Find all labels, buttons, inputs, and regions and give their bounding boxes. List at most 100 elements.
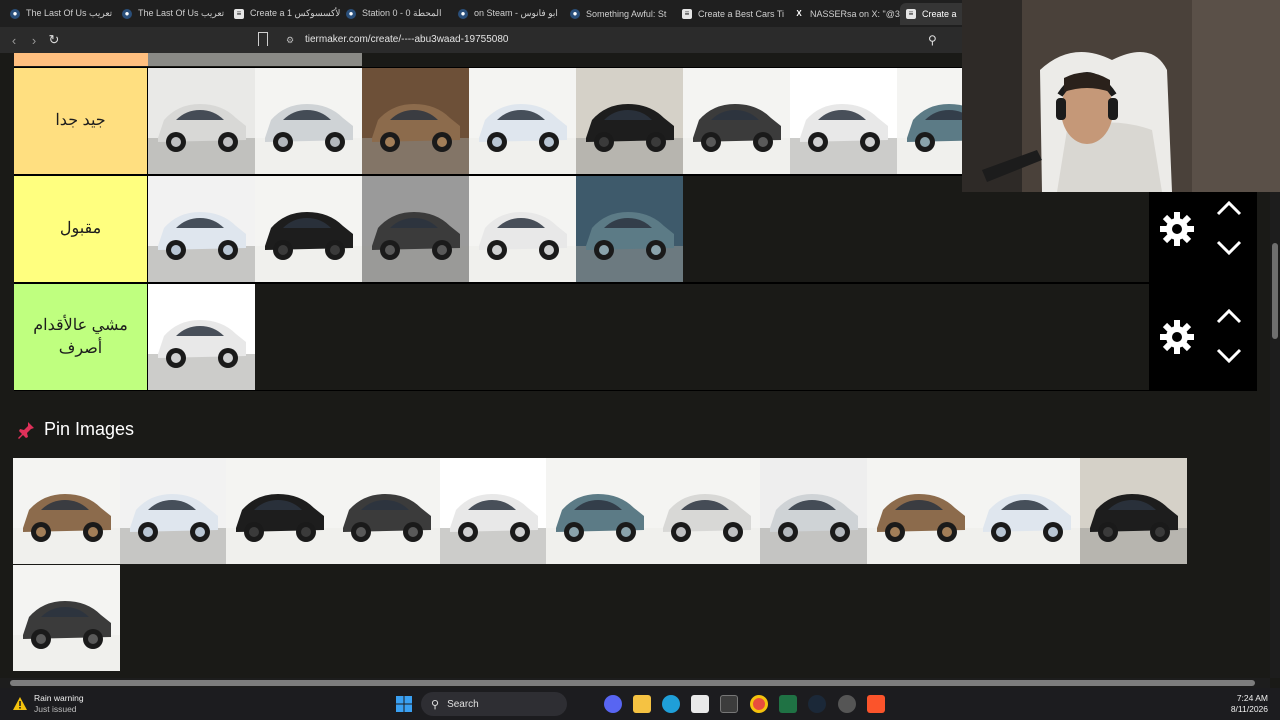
browser-tab[interactable]: ● The Last Of Us تعريب xyxy=(116,3,228,25)
chevron-up-icon[interactable] xyxy=(1215,307,1243,325)
pinned-car-image[interactable] xyxy=(653,458,760,565)
excel-icon[interactable] xyxy=(779,695,797,713)
clock-date: 8/11/2026 xyxy=(1230,704,1268,715)
bookmark-icon[interactable] xyxy=(258,32,268,46)
tiermaker-icon: ≡ xyxy=(906,8,916,19)
car-image[interactable] xyxy=(576,176,683,282)
steam-icon: ● xyxy=(10,8,20,19)
tier-controls xyxy=(1149,284,1257,390)
tier-label-text: مشي عالأقدام xyxy=(33,316,128,334)
app-icon[interactable] xyxy=(720,695,738,713)
windows-start-icon[interactable] xyxy=(396,696,412,712)
pinned-car-image[interactable] xyxy=(759,458,867,565)
browser-tab[interactable]: ● Station 0 - 0 المحطة xyxy=(340,3,452,25)
taskbar-search[interactable]: ⚲ Search xyxy=(421,692,567,716)
browser-tab[interactable]: ≡ Create a 1 الأكسسوكس xyxy=(228,3,340,25)
x-icon: X xyxy=(796,9,802,18)
url-field[interactable]: tiermaker.com/create/----abu3waad-197550… xyxy=(305,34,508,45)
tier-items xyxy=(148,284,255,390)
pinned-car-image[interactable] xyxy=(13,565,120,672)
browser-tab-label: Create a xyxy=(922,8,957,19)
browser-tab-label: NASSERsa on X: "@3 xyxy=(810,8,900,19)
zoom-icon[interactable]: ⚲ xyxy=(928,33,937,47)
search-icon: ⚲ xyxy=(431,698,440,711)
pinned-car-image[interactable] xyxy=(866,458,974,565)
pinned-car-image[interactable] xyxy=(226,458,334,565)
car-image[interactable] xyxy=(469,176,576,282)
gear-icon[interactable] xyxy=(1159,211,1195,247)
chevron-down-icon[interactable] xyxy=(1215,239,1243,257)
weather-subtitle: Just issued xyxy=(34,703,77,714)
steam-icon: ● xyxy=(458,8,468,19)
browser-tab-label: Create a Best Cars Ti xyxy=(698,8,785,19)
site-info-icon[interactable]: ⚙ xyxy=(286,35,296,45)
pinned-car-image[interactable] xyxy=(439,458,547,565)
browser-tab[interactable]: ● Something Awful: St xyxy=(564,3,676,25)
browser-tab[interactable]: ● The Last Of Us تعريب xyxy=(4,3,116,25)
steam-icon: ● xyxy=(122,8,132,19)
weather-title: Rain warning xyxy=(34,693,84,703)
browser-tab-label: Something Awful: St xyxy=(586,8,667,19)
discord-icon[interactable] xyxy=(604,695,622,713)
browser-tab[interactable]: ● on Steam - ابو فانوس xyxy=(452,3,564,25)
pinned-car-image[interactable] xyxy=(119,458,227,565)
horizontal-scroll-thumb[interactable] xyxy=(10,680,1255,686)
car-image[interactable] xyxy=(576,68,683,174)
horizontal-scrollbar[interactable] xyxy=(0,678,1270,688)
pinned-car-image[interactable] xyxy=(333,458,440,565)
tiermaker-icon: ≡ xyxy=(234,8,244,19)
car-image[interactable] xyxy=(148,284,255,390)
tier-row: مشي عالأقدام أصرف xyxy=(14,283,1257,391)
tiermaker-icon: ≡ xyxy=(682,8,692,19)
windows-taskbar: Rain warning Just issued ⚲ Search 7:24 A… xyxy=(0,688,1280,720)
car-image[interactable] xyxy=(362,176,469,282)
browser-tab-label: Station 0 - 0 المحطة xyxy=(362,8,442,18)
app2-icon[interactable] xyxy=(838,695,856,713)
pinned-car-image[interactable] xyxy=(1079,458,1187,565)
brave-icon[interactable] xyxy=(867,695,885,713)
forward-icon[interactable]: › xyxy=(24,30,44,50)
pinned-car-image[interactable] xyxy=(13,458,120,565)
reload-icon[interactable]: ↻ xyxy=(44,30,64,50)
car-image[interactable] xyxy=(255,176,362,282)
chevron-down-icon[interactable] xyxy=(1215,347,1243,365)
webcam-overlay xyxy=(962,0,1280,192)
car-image[interactable] xyxy=(362,68,469,174)
pin-images-grid xyxy=(13,458,1187,672)
store-icon[interactable] xyxy=(691,695,709,713)
pushpin-icon xyxy=(18,421,34,439)
weather-widget[interactable]: Rain warning Just issued xyxy=(12,693,84,714)
car-image[interactable] xyxy=(148,176,255,282)
car-image[interactable] xyxy=(148,68,255,174)
gear-icon[interactable] xyxy=(1159,319,1195,355)
browser-tab[interactable]: ≡ Create a Best Cars Ti xyxy=(676,3,788,25)
steam-taskbar-icon[interactable] xyxy=(808,695,826,713)
chevron-up-icon[interactable] xyxy=(1215,199,1243,217)
vertical-scroll-thumb[interactable] xyxy=(1272,243,1278,339)
pin-images-header: Pin Images xyxy=(16,419,134,440)
browser-tab[interactable]: X NASSERsa on X: "@3 xyxy=(788,3,900,25)
pin-images-title: Pin Images xyxy=(44,419,135,439)
pinned-car-image[interactable] xyxy=(973,458,1080,565)
steam-icon: ● xyxy=(570,8,580,19)
back-icon[interactable]: ‹ xyxy=(4,30,24,50)
tier-label[interactable]: مقبول xyxy=(14,176,148,282)
tier-items xyxy=(148,68,1004,174)
address-bar: ‹ › ↻ ⚙ tiermaker.com/create/----abu3waa… xyxy=(0,27,970,53)
car-image[interactable] xyxy=(790,68,897,174)
chrome-icon[interactable] xyxy=(750,695,768,713)
tier-label[interactable]: مشي عالأقدام أصرف xyxy=(14,284,148,390)
tier-label[interactable]: جيد جدا xyxy=(14,68,148,174)
edge-icon[interactable] xyxy=(662,695,680,713)
pinned-car-image[interactable] xyxy=(546,458,654,565)
browser-tab-label: The Last Of Us تعريب xyxy=(138,8,225,18)
tier-label-text: جيد جدا xyxy=(55,112,106,130)
car-image[interactable] xyxy=(683,68,790,174)
tier-label-text: مقبول xyxy=(59,220,102,238)
browser-tab-label: The Last Of Us تعريب xyxy=(26,8,113,18)
browser-tab-label: Create a 1 الأكسسوكس xyxy=(250,8,340,18)
car-image[interactable] xyxy=(255,68,362,174)
system-clock[interactable]: 7:24 AM 8/11/2026 xyxy=(1231,693,1268,715)
file-explorer-icon[interactable] xyxy=(633,695,651,713)
car-image[interactable] xyxy=(469,68,576,174)
